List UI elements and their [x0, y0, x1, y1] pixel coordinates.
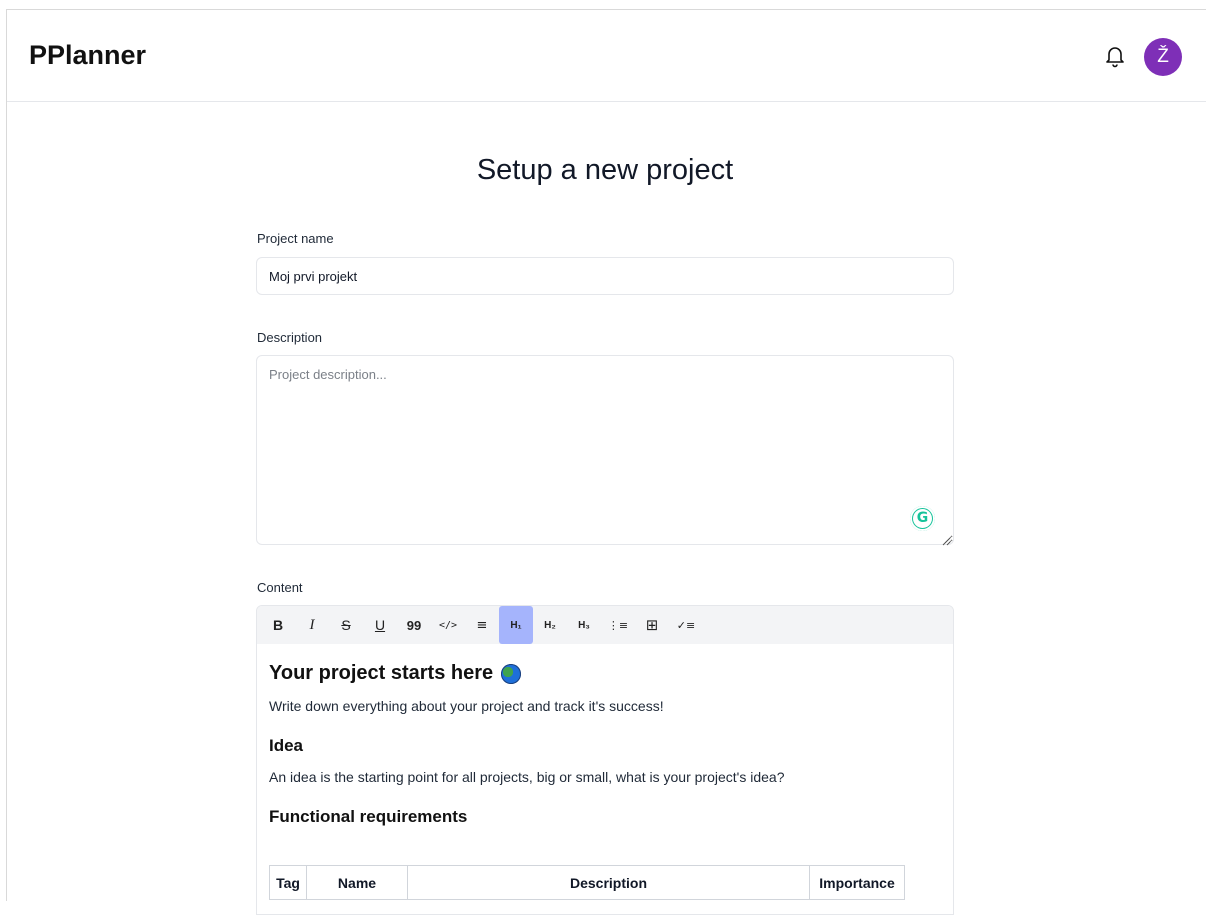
heading3-button[interactable]: H₃: [567, 606, 601, 644]
table-button[interactable]: ⊞: [635, 606, 669, 644]
code-button[interactable]: </>: [431, 606, 465, 644]
grammarly-icon[interactable]: G: [910, 506, 935, 531]
paragraph-button[interactable]: ≡: [465, 606, 499, 644]
strikethrough-button[interactable]: S: [329, 606, 363, 644]
table-header-description: Description: [407, 865, 810, 900]
content-label: Content: [257, 580, 303, 595]
table-header-row: Tag Name Description Importance: [269, 865, 905, 900]
bold-button[interactable]: B: [261, 606, 295, 644]
idea-heading: Idea: [269, 736, 304, 755]
description-textarea[interactable]: [256, 355, 954, 545]
editor-toolbar: B I S U 99 </> ≡ H₁ H₂ H₃ ⋮≡ ⊞ ✓≡: [257, 606, 953, 644]
editor-heading: Your project starts here: [269, 662, 941, 685]
table-header-tag: Tag: [269, 865, 307, 900]
rich-text-editor[interactable]: B I S U 99 </> ≡ H₁ H₂ H₃ ⋮≡ ⊞ ✓≡ Your p…: [256, 605, 954, 915]
underline-button[interactable]: U: [363, 606, 397, 644]
app-logo[interactable]: PPlanner: [29, 40, 146, 71]
requirements-table[interactable]: Tag Name Description Importance: [269, 865, 905, 900]
description-label: Description: [257, 330, 323, 345]
editor-intro-text: Write down everything about your project…: [269, 698, 664, 714]
blockquote-button[interactable]: 99: [397, 606, 431, 644]
heading1-button[interactable]: H₁: [499, 606, 533, 644]
idea-text: An idea is the starting point for all pr…: [269, 769, 785, 785]
table-header-name: Name: [306, 865, 408, 900]
italic-button[interactable]: I: [295, 606, 329, 644]
project-name-label: Project name: [257, 231, 334, 246]
editor-content[interactable]: Your project starts here Write down ever…: [257, 662, 953, 827]
project-name-input[interactable]: [256, 257, 954, 295]
page-title: Setup a new project: [476, 154, 734, 186]
top-bar: PPlanner Ž: [7, 10, 1206, 102]
table-header-importance: Importance: [809, 865, 905, 900]
functional-requirements-heading: Functional requirements: [269, 807, 468, 826]
heading2-button[interactable]: H₂: [533, 606, 567, 644]
task-list-button[interactable]: ✓≡: [669, 606, 703, 644]
bell-icon[interactable]: [1104, 44, 1126, 68]
ordered-list-button[interactable]: ⋮≡: [601, 606, 635, 644]
user-avatar[interactable]: Ž: [1144, 38, 1182, 76]
resize-handle-icon[interactable]: [942, 533, 951, 546]
globe-icon: [501, 663, 522, 684]
